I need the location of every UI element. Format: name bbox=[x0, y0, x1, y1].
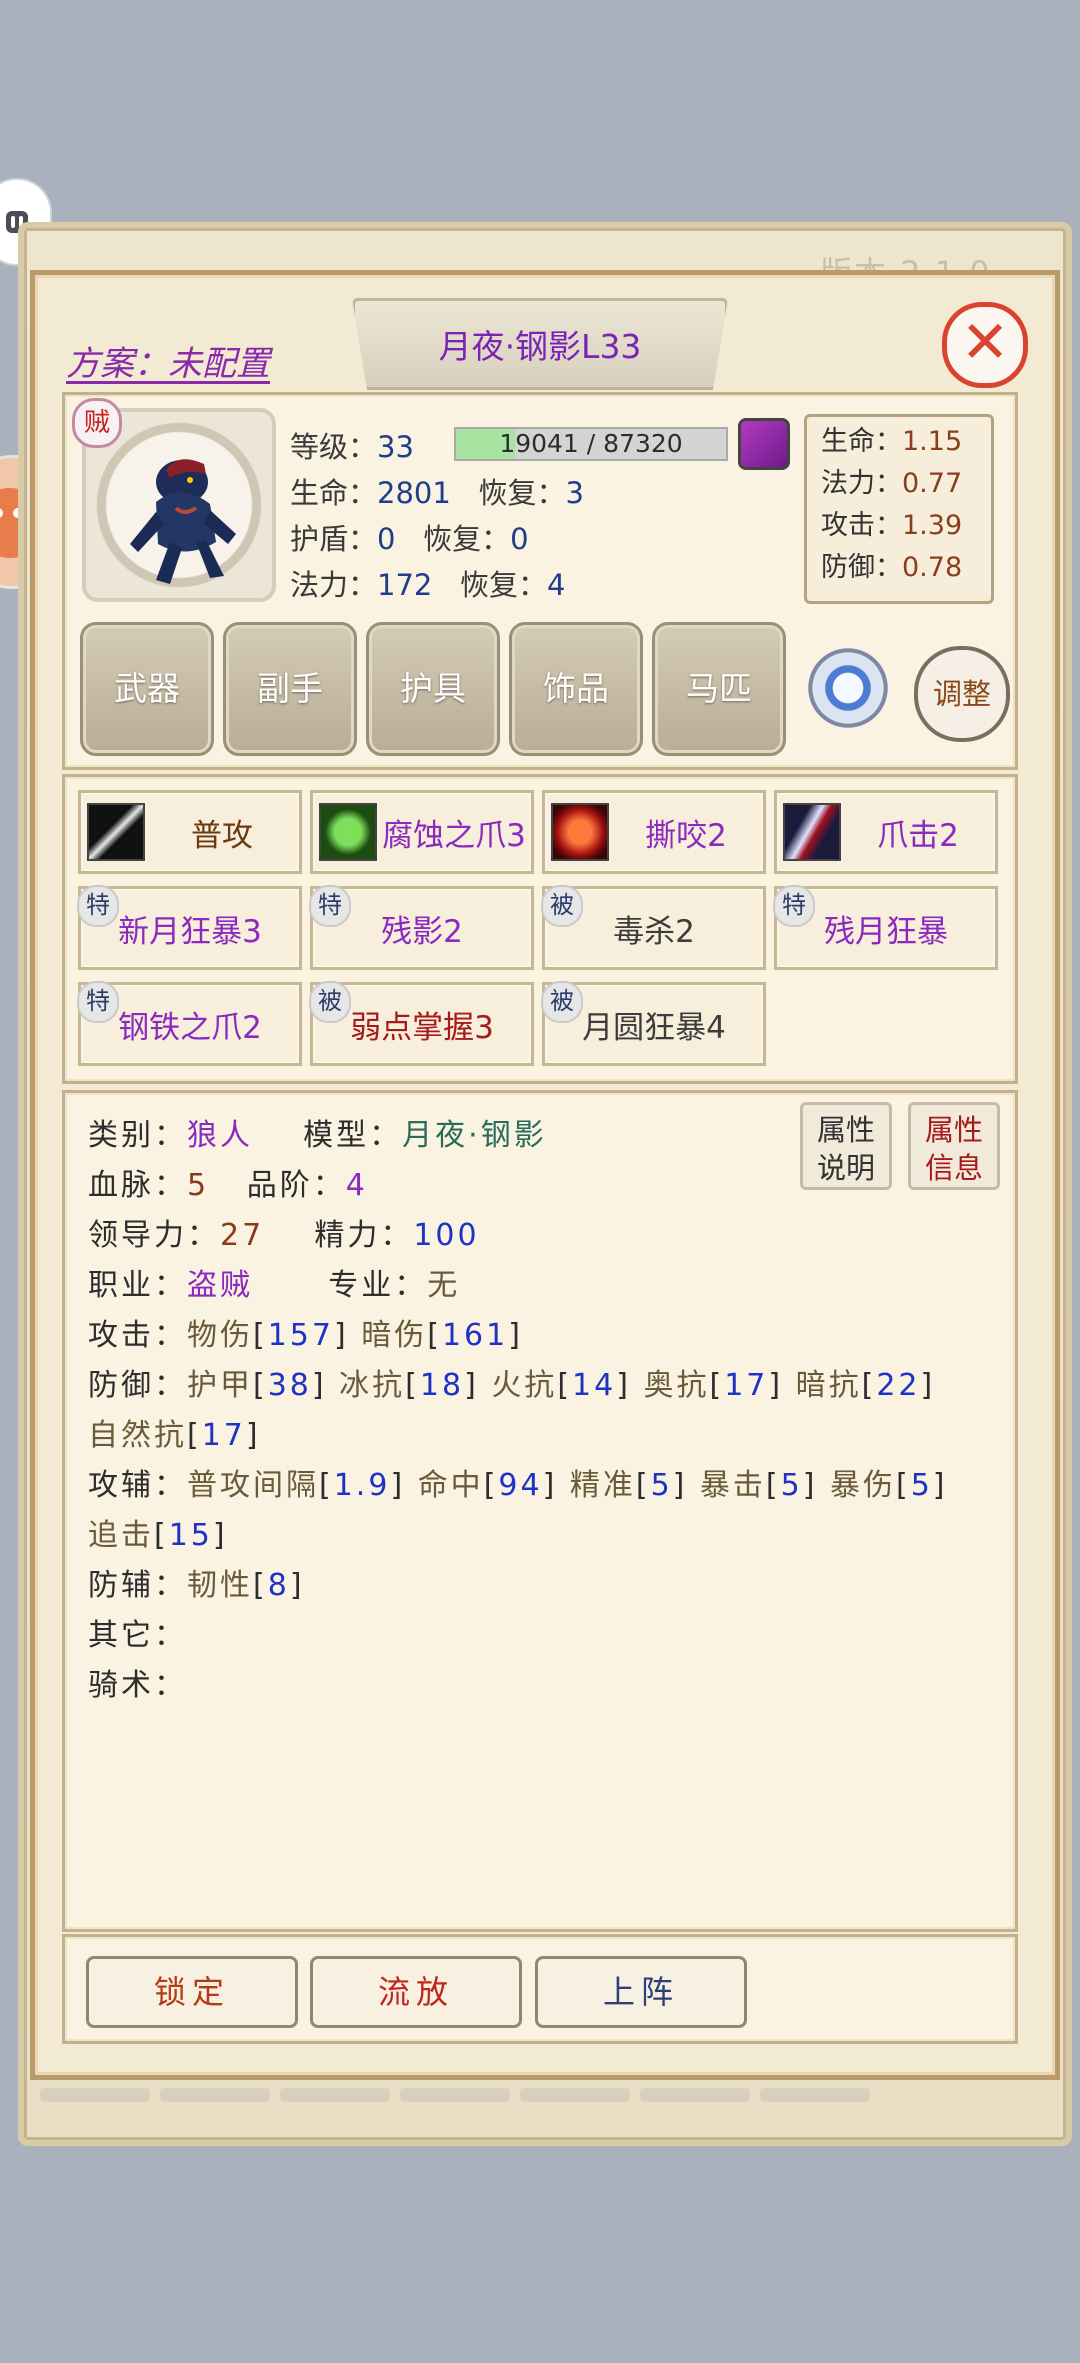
equip-armor-slot[interactable]: 护具 bbox=[366, 622, 500, 756]
shield-row: 护盾：0 恢复：0 bbox=[290, 522, 529, 556]
ratio-hp: 生命：1.15 bbox=[821, 426, 963, 457]
job-row: 职业：盗贼 专业：无 bbox=[88, 1268, 461, 1303]
attribute-detail-button[interactable]: 属性 信息 bbox=[908, 1102, 1000, 1190]
attack-row: 攻击：物伤[157] 暗伤[161] bbox=[88, 1318, 523, 1353]
attribute-explain-button[interactable]: 属性 说明 bbox=[800, 1102, 892, 1190]
skill-slot[interactable]: 爪击2 bbox=[774, 790, 998, 874]
hp-row: 生命：2801 恢复：3 bbox=[290, 476, 584, 510]
skill-slot[interactable]: 被 弱点掌握3 bbox=[309, 981, 534, 1066]
sword-icon bbox=[87, 803, 145, 861]
offense-aux-row: 攻辅：普攻间隔[1.9] 命中[94] 精准[5] 暴击[5] 暴伤[5] bbox=[88, 1468, 948, 1503]
equip-weapon-slot[interactable]: 武器 bbox=[80, 622, 214, 756]
skill-type-badge: 特 bbox=[77, 981, 119, 1023]
skill-slot[interactable]: 特 残影2 bbox=[309, 885, 534, 970]
skill-slot[interactable]: 特 钢铁之爪2 bbox=[77, 981, 302, 1066]
ratio-mp: 法力：0.77 bbox=[821, 468, 963, 499]
skill-type-badge: 特 bbox=[77, 885, 119, 927]
lock-button[interactable]: 锁定 bbox=[86, 1956, 298, 2028]
skill-type-badge: 特 bbox=[773, 885, 815, 927]
defense-row: 防御：护甲[38] 冰抗[18] 火抗[14] 奥抗[17] 暗抗[22] bbox=[88, 1368, 936, 1403]
close-button[interactable]: ✕ bbox=[942, 302, 1028, 388]
exp-bar: 19041 / 87320 bbox=[454, 427, 728, 461]
defense-row-cont: 自然抗[17] bbox=[88, 1418, 261, 1453]
fang-mouth-icon bbox=[551, 803, 609, 861]
equip-mount-slot[interactable]: 马匹 bbox=[652, 622, 786, 756]
defense-aux-row: 防辅：韧性[8] bbox=[88, 1568, 305, 1603]
skill-slot[interactable]: 被 月圆狂暴4 bbox=[541, 981, 766, 1066]
leadership-row: 领导力：27 精力：100 bbox=[88, 1218, 480, 1253]
skill-label: 普攻 bbox=[191, 817, 253, 854]
deploy-button[interactable]: 上阵 bbox=[535, 1956, 747, 2028]
skill-slot[interactable]: 腐蚀之爪3 bbox=[310, 790, 534, 874]
equip-accessory-slot[interactable]: 饰品 bbox=[509, 622, 643, 756]
equip-offhand-slot[interactable]: 副手 bbox=[223, 622, 357, 756]
riding-row: 骑术： bbox=[88, 1668, 187, 1703]
skill-slot[interactable]: 特 残月狂暴 bbox=[773, 885, 998, 970]
other-row: 其它： bbox=[88, 1618, 187, 1653]
ratio-attack: 攻击：1.39 bbox=[821, 510, 963, 541]
adjust-button[interactable]: 调整 bbox=[914, 646, 1010, 742]
offense-aux-row-cont: 追击[15] bbox=[88, 1518, 228, 1553]
claw-slash-icon bbox=[783, 803, 841, 861]
skill-slot[interactable]: 撕咬2 bbox=[542, 790, 766, 874]
skill-label: 爪击2 bbox=[877, 817, 959, 854]
skill-label: 撕咬2 bbox=[645, 817, 727, 854]
skill-slot[interactable]: 普攻 bbox=[78, 790, 302, 874]
category-row: 类别：狼人 模型：月夜·钢影 bbox=[88, 1118, 547, 1153]
close-icon: ✕ bbox=[960, 308, 1010, 376]
green-fist-icon bbox=[319, 803, 377, 861]
mp-row: 法力：172 恢复：4 bbox=[290, 568, 566, 602]
star-emblem-icon[interactable] bbox=[800, 640, 896, 736]
skill-type-badge: 被 bbox=[541, 981, 583, 1023]
class-badge: 贼 bbox=[72, 398, 122, 448]
skill-type-badge: 被 bbox=[309, 981, 351, 1023]
level-row: 等级：33 bbox=[290, 430, 414, 464]
bloodline-row: 血脉：5 品阶：4 bbox=[88, 1168, 368, 1203]
plan-config-link[interactable]: 方案：未配置 bbox=[66, 336, 270, 385]
skill-type-badge: 特 bbox=[309, 885, 351, 927]
growth-ratio-box: 生命：1.15 法力：0.77 攻击：1.39 防御：0.78 bbox=[804, 414, 994, 604]
ratio-defense: 防御：0.78 bbox=[821, 552, 963, 583]
page-title: 月夜·钢影L33 bbox=[352, 298, 728, 390]
skill-slot[interactable]: 被 毒杀2 bbox=[541, 885, 766, 970]
skill-type-badge: 被 bbox=[541, 885, 583, 927]
skill-slot[interactable]: 特 新月狂暴3 bbox=[77, 885, 302, 970]
exile-button[interactable]: 流放 bbox=[310, 1956, 522, 2028]
gem-icon[interactable] bbox=[738, 418, 790, 470]
skill-label: 腐蚀之爪3 bbox=[382, 817, 526, 854]
exp-text: 19041 / 87320 bbox=[499, 429, 683, 458]
bottom-decor-tabs bbox=[40, 2088, 1040, 2102]
